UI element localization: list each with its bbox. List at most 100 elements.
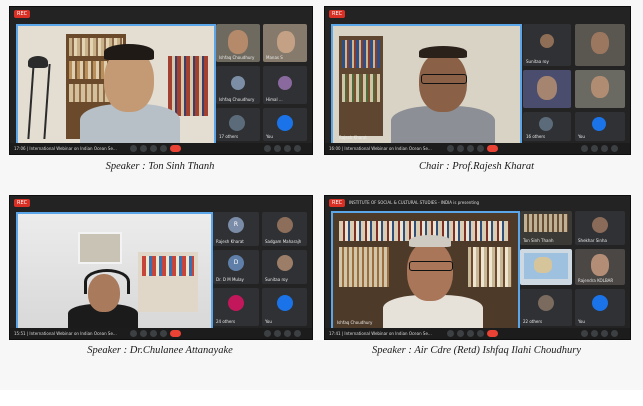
present-icon[interactable] [160,330,167,337]
participant-tile[interactable]: Ishfaq Choudhury [216,24,260,62]
participant-avatar [277,295,293,311]
meeting-screenshot-2: REC Rajesh Kharat Sunitaa roy 16 others … [324,6,631,155]
participant-name: 17 others [219,134,239,139]
speaker-headset [84,269,130,294]
captions-icon[interactable] [467,330,474,337]
participant-name: Ton Sinh Thanh [523,238,554,243]
participant-tile[interactable]: 17 others [216,108,260,141]
meeting-title: International Webinar on Indian Ocean Se… [344,331,432,336]
participant-video [228,30,248,54]
participant-name: Ishfaq Choudhury [219,97,255,102]
microphone-icon[interactable] [447,330,454,337]
info-icon[interactable] [581,330,588,337]
chat-icon[interactable] [284,145,291,152]
present-icon[interactable] [477,145,484,152]
meeting-time-title: 17:06 | International Webinar on Indian … [14,146,117,151]
camera-icon[interactable] [457,330,464,337]
page-bottom-margin [0,390,643,406]
main-speaker-tile [16,24,216,145]
end-call-icon[interactable] [170,330,181,337]
participant-avatar [277,255,293,271]
microphone-icon[interactable] [130,330,137,337]
participant-tile[interactable]: Sunitaa roy [523,24,571,66]
participant-tile[interactable]: Shekhar Sinha [575,211,625,245]
captions-icon[interactable] [150,145,157,152]
participant-tile[interactable]: You [263,108,307,141]
participant-video [524,214,568,232]
meeting-screenshot-3: REC R Rajesh Kharat Sadgam Maharajh D Dr… [9,195,313,340]
participant-name: Ishfaq Choudhury [219,55,255,60]
participant-video [277,31,295,53]
participant-tile[interactable]: Ishfaq Choudhury [216,66,260,104]
participant-avatar [277,217,293,233]
microphone-icon[interactable] [130,145,137,152]
people-icon[interactable] [591,330,598,337]
screenshot-collage: REC Ishfaq Choudhury Manas S Ishfaq Chou… [0,0,643,390]
info-icon[interactable] [581,145,588,152]
meeting-time: 15:51 [14,331,26,336]
meeting-time: 17:41 [329,331,341,336]
end-call-icon[interactable] [487,145,498,152]
panel-caption: Speaker : Ton Sinh Thanh [105,161,215,172]
participant-tile[interactable] [523,70,571,108]
participant-tile[interactable]: Manas S [263,24,307,62]
activities-icon[interactable] [611,330,618,337]
present-icon[interactable] [477,330,484,337]
people-icon[interactable] [591,145,598,152]
main-speaker-tile: Rajesh Kharat [331,24,522,145]
participant-avatar [538,295,554,311]
captions-icon[interactable] [467,145,474,152]
speaker-face [407,241,453,301]
participant-avatar [228,295,244,311]
chat-icon[interactable] [284,330,291,337]
end-call-icon[interactable] [487,330,498,337]
camera-icon[interactable] [140,330,147,337]
camera-icon[interactable] [140,145,147,152]
microphone-icon[interactable] [447,145,454,152]
participant-avatar [229,115,245,131]
participant-tile[interactable]: D Dr. D M Mulay [213,250,259,284]
activities-icon[interactable] [294,330,301,337]
speaker-glasses [409,261,453,271]
participant-tile[interactable] [575,70,625,108]
participant-tile[interactable] [575,24,625,66]
participant-tile[interactable]: Sadgam Maharajh [262,212,307,246]
info-icon[interactable] [264,330,271,337]
participant-tile[interactable]: 22 others [520,289,572,326]
chat-icon[interactable] [601,330,608,337]
meeting-control-bar: 17:06 | International Webinar on Indian … [10,143,312,154]
info-icon[interactable] [264,145,271,152]
participant-tile[interactable]: 24 others [213,288,259,326]
people-icon[interactable] [274,330,281,337]
activities-icon[interactable] [611,145,618,152]
speaker-hair [409,235,451,247]
people-icon[interactable] [274,145,281,152]
participant-tile[interactable]: Sunitaa roy [262,250,307,284]
participant-tile[interactable]: You [575,112,625,141]
books [142,256,194,276]
chat-icon[interactable] [601,145,608,152]
participant-avatar [277,115,293,131]
participant-tile[interactable]: Himal ... [263,66,307,104]
activities-icon[interactable] [294,145,301,152]
speaker-hair [419,46,467,58]
participant-avatar [540,34,554,48]
recording-badge: REC [14,10,31,18]
meeting-time: 16:00 [329,146,341,151]
recording-badge: REC [329,10,346,18]
present-icon[interactable] [160,145,167,152]
end-call-icon[interactable] [170,145,181,152]
participant-tile[interactable]: R Rajesh Kharat [213,212,259,246]
participant-tile[interactable]: You [575,289,625,326]
participant-avatar: R [228,217,244,233]
camera-icon[interactable] [457,145,464,152]
participant-tile[interactable] [520,249,572,285]
panel-caption: Chair : Prof.Rajesh Kharat [418,161,535,172]
participant-name: 24 others [216,319,236,324]
participant-tile[interactable]: Rajendra KOLBAR [575,249,625,285]
participant-tile[interactable]: Ton Sinh Thanh [520,211,572,245]
captions-icon[interactable] [150,330,157,337]
participant-tile[interactable]: You [262,288,307,326]
participant-tile[interactable]: 16 others [523,112,571,141]
presenting-banner: INSTITUTE OF SOCIAL & CULTURAL STUDIES -… [349,200,480,205]
